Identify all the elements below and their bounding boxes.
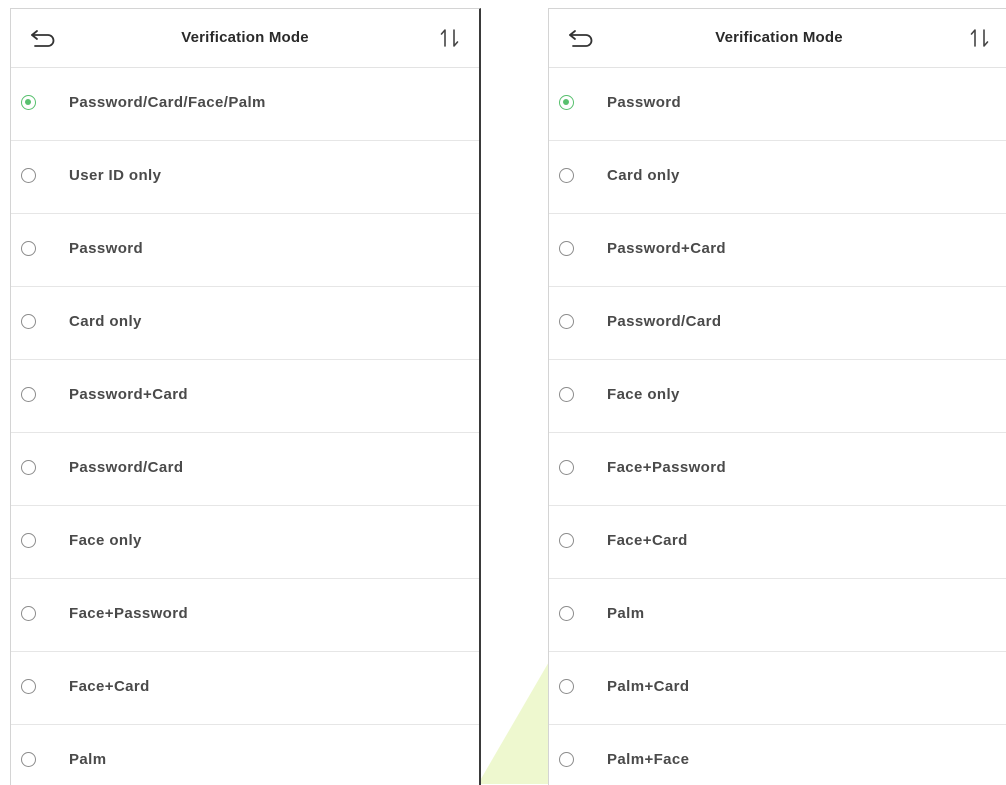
list-item-label: Password/Card — [69, 459, 184, 476]
list-item-label: Palm+Face — [607, 751, 690, 768]
list-item-label: Face+Card — [607, 532, 688, 549]
list-item[interactable]: Face only — [549, 360, 1006, 433]
radio-button[interactable] — [21, 241, 36, 256]
header: Verification Mode — [11, 9, 479, 68]
radio-button[interactable] — [21, 679, 36, 694]
radio-button[interactable] — [559, 387, 574, 402]
radio-button[interactable] — [559, 95, 574, 110]
radio-button[interactable] — [21, 168, 36, 183]
radio-button[interactable] — [559, 606, 574, 621]
list-item-label: Password — [607, 94, 682, 111]
list-item-label: Face only — [607, 386, 680, 403]
list-item[interactable]: Palm+Face — [549, 725, 1006, 785]
list-item[interactable]: Palm — [549, 579, 1006, 652]
radio-button[interactable] — [559, 241, 574, 256]
list-item-label: Palm — [607, 605, 645, 622]
background-decoration — [478, 660, 550, 784]
radio-button[interactable] — [21, 95, 36, 110]
verification-mode-list: Password Card only Password+Card Passwor… — [549, 68, 1006, 785]
radio-button[interactable] — [21, 752, 36, 767]
radio-button[interactable] — [559, 314, 574, 329]
list-item[interactable]: Face+Card — [11, 652, 479, 725]
list-item[interactable]: Password+Card — [549, 214, 1006, 287]
list-item-label: Face only — [69, 532, 142, 549]
page-title: Verification Mode — [181, 29, 309, 46]
list-item[interactable]: Password — [549, 68, 1006, 141]
list-item[interactable]: Password+Card — [11, 360, 479, 433]
list-item-label: Card only — [607, 167, 680, 184]
page-title: Verification Mode — [715, 29, 843, 46]
list-item-label: Palm — [69, 751, 107, 768]
list-item[interactable]: Password/Card/Face/Palm — [11, 68, 479, 141]
list-item-label: Password/Card — [607, 313, 722, 330]
list-item[interactable]: User ID only — [11, 141, 479, 214]
radio-button[interactable] — [21, 387, 36, 402]
list-item-label: Password/Card/Face/Palm — [69, 94, 266, 111]
list-item-label: Palm+Card — [607, 678, 690, 695]
list-item-label: Password — [69, 240, 144, 257]
list-item-label: User ID only — [69, 167, 162, 184]
radio-button[interactable] — [21, 460, 36, 475]
radio-button[interactable] — [559, 679, 574, 694]
radio-button[interactable] — [559, 533, 574, 548]
radio-button[interactable] — [21, 314, 36, 329]
list-item-label: Password+Card — [607, 240, 726, 257]
radio-button[interactable] — [559, 460, 574, 475]
list-item[interactable]: Password/Card — [11, 433, 479, 506]
list-item[interactable]: Password/Card — [549, 287, 1006, 360]
list-item[interactable]: Palm+Card — [549, 652, 1006, 725]
list-item[interactable]: Face+Password — [11, 579, 479, 652]
list-item[interactable]: Face only — [11, 506, 479, 579]
list-item-label: Face+Password — [607, 459, 727, 476]
radio-button[interactable] — [559, 168, 574, 183]
list-item-label: Face+Password — [69, 605, 189, 622]
list-item-label: Password+Card — [69, 386, 188, 403]
list-item[interactable]: Face+Card — [549, 506, 1006, 579]
list-item[interactable]: Face+Password — [549, 433, 1006, 506]
list-item[interactable]: Card only — [11, 287, 479, 360]
header: Verification Mode — [549, 9, 1006, 68]
sort-icon[interactable] — [967, 26, 993, 50]
list-item-label: Card only — [69, 313, 142, 330]
radio-button[interactable] — [559, 752, 574, 767]
right-screen: Verification Mode Password Card only Pas… — [548, 8, 1006, 785]
left-screen: Verification Mode Password/Card/Face/Pal… — [10, 8, 481, 785]
radio-button[interactable] — [21, 533, 36, 548]
verification-mode-list: Password/Card/Face/Palm User ID only Pas… — [11, 68, 479, 785]
list-item-label: Face+Card — [69, 678, 150, 695]
list-item[interactable]: Card only — [549, 141, 1006, 214]
sort-icon[interactable] — [437, 26, 463, 50]
list-item[interactable]: Palm — [11, 725, 479, 785]
list-item[interactable]: Password — [11, 214, 479, 287]
radio-button[interactable] — [21, 606, 36, 621]
